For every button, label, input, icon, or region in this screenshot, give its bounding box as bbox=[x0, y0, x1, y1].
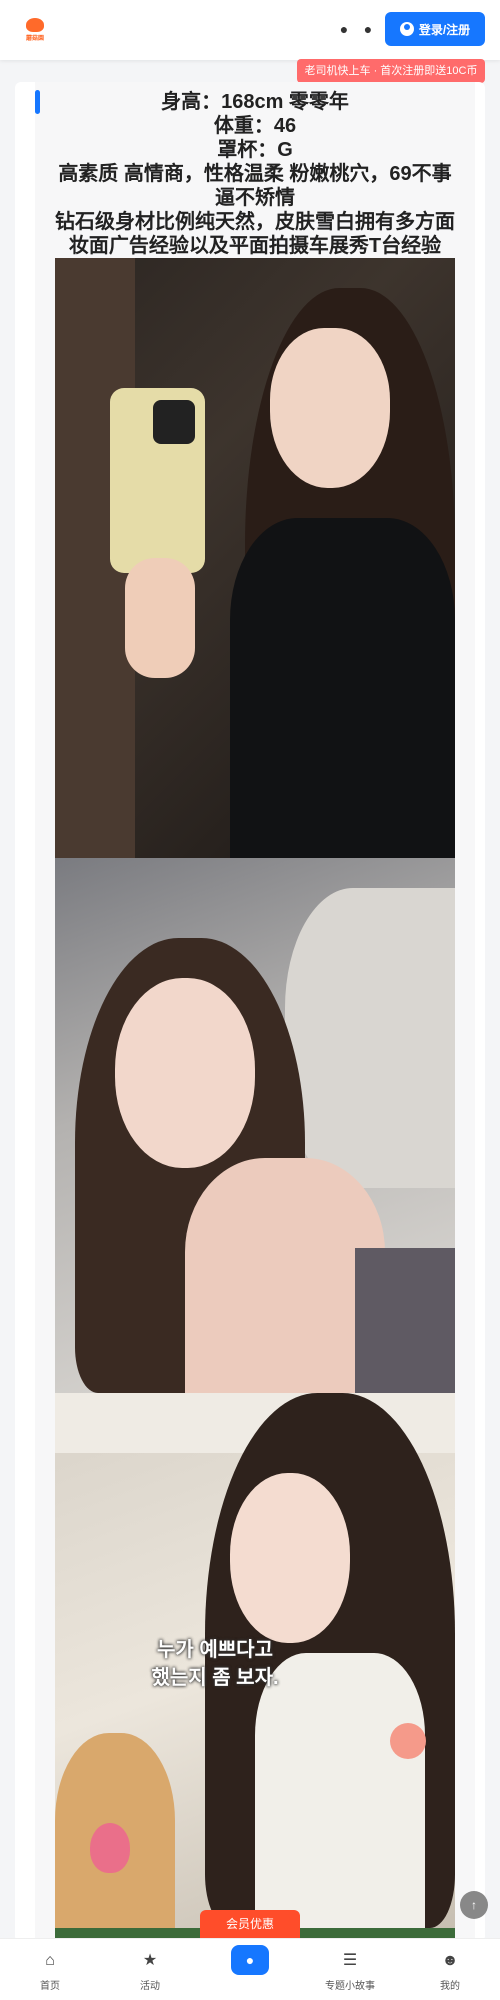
overlay-text-2: 했는지 좀 보자. bbox=[151, 1667, 279, 1689]
app-logo[interactable]: 蘑菇園 bbox=[22, 16, 48, 42]
nav-item-center[interactable]: ● bbox=[231, 1945, 269, 1975]
profile-photo-1[interactable] bbox=[55, 258, 455, 858]
login-label: 登录/注册 bbox=[418, 22, 471, 37]
top-header: 蘑菇園 ● ● 登录/注册 bbox=[0, 0, 500, 60]
menu-icon[interactable]: ● bbox=[361, 20, 375, 38]
overlay-text-1: 누가 예쁘다고 bbox=[157, 1639, 273, 1661]
user-icon bbox=[399, 22, 414, 36]
profile-line-weight: 体重：46 bbox=[213, 115, 297, 137]
profile-text: 身高：168cm 零零年 体重：46 罩杯：G 高素质 高情商，性格温柔 粉嫩桃… bbox=[55, 90, 455, 258]
nav-item-story[interactable]: ☰ 专题小故事 bbox=[310, 1945, 390, 1992]
profile-photo-2[interactable] bbox=[55, 858, 455, 1393]
nav-label-profile: 我的 bbox=[440, 1981, 460, 1992]
profile-line-quality: 高素质 高情商，性格温柔 粉嫩桃穴，69不事逼不矫情 bbox=[58, 163, 452, 209]
profile-line-figure: 钻石级身材比例纯天然，皮肤雪白拥有多方面妆面广告经验以及平面拍摄车展秀T台经验 bbox=[55, 211, 455, 257]
login-register-button[interactable]: 登录/注册 bbox=[385, 12, 485, 46]
search-icon[interactable]: ● bbox=[337, 20, 351, 38]
profile-photo-3[interactable]: 누가 예쁘다고 했는지 좀 보자. bbox=[55, 1393, 455, 1928]
profile-icon: ☻ bbox=[441, 1952, 459, 1969]
home-icon: ⌂ bbox=[45, 1952, 55, 1969]
logo-text: 蘑菇園 bbox=[25, 36, 44, 42]
story-icon: ☰ bbox=[342, 1952, 358, 1969]
nav-item-home[interactable]: ⌂ 首页 bbox=[10, 1945, 90, 1992]
section-accent-bar bbox=[35, 90, 40, 114]
nav-label-story: 专题小故事 bbox=[325, 1981, 375, 1992]
bottom-nav: ⌂ 首页 ★ 活动 ● ☰ 专题小故事 ☻ 我的 bbox=[0, 1938, 500, 2000]
profile-line-height: 身高：168cm 零零年 bbox=[161, 91, 349, 113]
promo-banner[interactable]: 老司机快上车 · 首次注册即送10C币 bbox=[297, 59, 485, 83]
nav-item-profile[interactable]: ☻ 我的 bbox=[410, 1945, 490, 1992]
profile-line-cup: 罩杯：G bbox=[217, 139, 293, 161]
center-icon: ● bbox=[245, 1952, 255, 1968]
vip-offer-tab[interactable]: 会员优惠 bbox=[200, 1910, 300, 1938]
nav-label-activity: 活动 bbox=[140, 1981, 160, 1992]
nav-label-home: 首页 bbox=[40, 1981, 60, 1992]
scroll-top-button[interactable]: ↑ bbox=[460, 1891, 488, 1919]
activity-icon: ★ bbox=[142, 1952, 158, 1969]
logo-mark bbox=[26, 18, 44, 32]
nav-item-activity[interactable]: ★ 活动 bbox=[110, 1945, 190, 1992]
